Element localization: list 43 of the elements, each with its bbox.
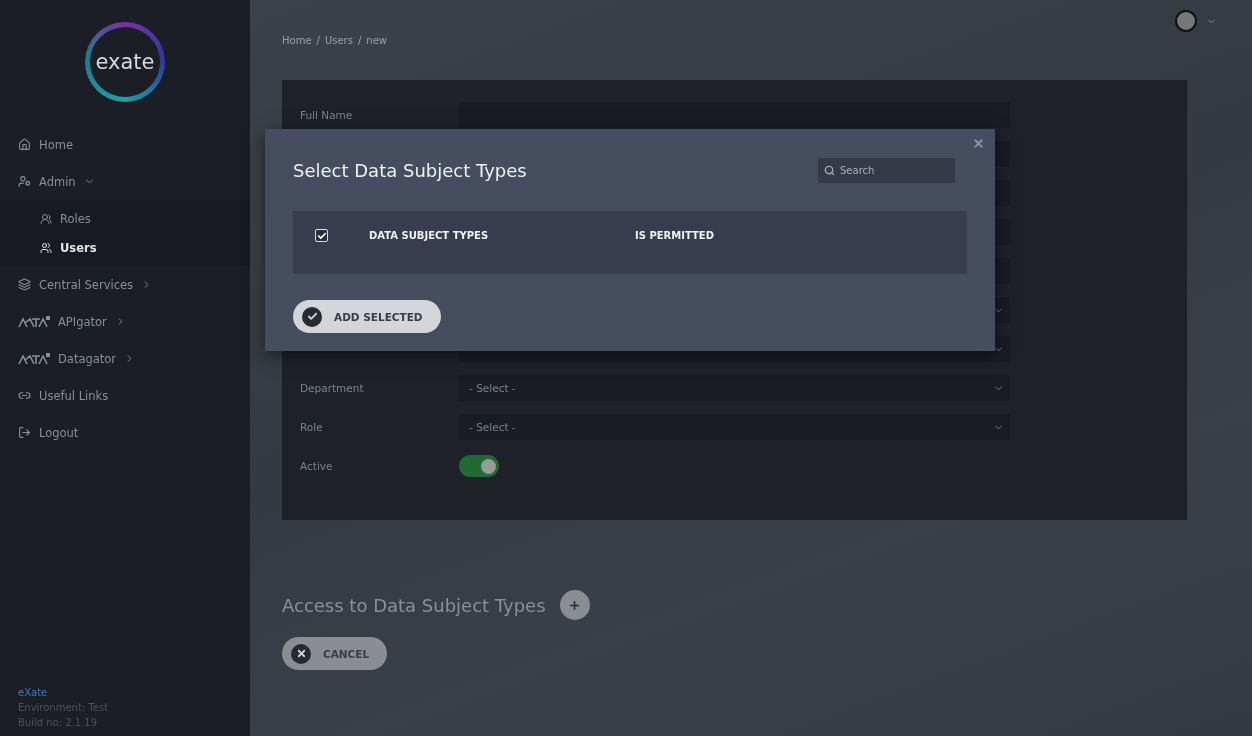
cancel-button[interactable]: CANCEL bbox=[282, 637, 388, 670]
breadcrumb-link[interactable]: new bbox=[366, 34, 387, 46]
nav-item[interactable]: Central Services bbox=[0, 266, 250, 303]
avatar-icon[interactable] bbox=[1174, 9, 1198, 33]
breadcrumb-separator: / bbox=[316, 34, 320, 46]
check-circle-icon bbox=[302, 306, 322, 327]
breadcrumb-link[interactable]: Users bbox=[324, 34, 353, 46]
field-label: Active bbox=[300, 460, 334, 472]
close-icon[interactable] bbox=[972, 137, 985, 150]
field-label: Full Name bbox=[300, 109, 354, 121]
nav-item[interactable]: Home bbox=[0, 126, 250, 163]
search-icon bbox=[824, 164, 835, 176]
column-header: IS PERMITTED bbox=[635, 230, 715, 241]
nav-item[interactable]: Useful Links bbox=[0, 377, 250, 414]
section-title: Access to Data Subject Types bbox=[282, 594, 546, 616]
users-icon bbox=[40, 241, 52, 254]
nav-subitem[interactable]: Roles bbox=[0, 204, 250, 233]
close-circle-icon bbox=[291, 643, 311, 664]
select-field[interactable]: - Select - bbox=[459, 414, 1010, 440]
nav-subitem[interactable]: Users bbox=[0, 233, 250, 262]
nav-item[interactable]: Logout bbox=[0, 414, 250, 451]
nav-item[interactable]: Admin bbox=[0, 163, 250, 200]
nav-item[interactable]: Datagator bbox=[0, 340, 250, 377]
breadcrumb-separator: / bbox=[357, 34, 362, 46]
field-label: Department bbox=[300, 382, 365, 394]
field-label: Role bbox=[300, 421, 324, 433]
users-icon bbox=[40, 212, 52, 225]
brand-text: eXate bbox=[18, 687, 49, 698]
toggle-switch[interactable] bbox=[459, 455, 499, 477]
breadcrumb-link[interactable]: Home bbox=[282, 34, 312, 46]
gator-logo-icon bbox=[18, 352, 50, 365]
logo-text: exate bbox=[90, 27, 160, 97]
modal-title: Select Data Subject Types bbox=[293, 159, 527, 181]
input-field[interactable] bbox=[459, 102, 1010, 128]
add-selected-button[interactable]: ADD SELECTED bbox=[293, 300, 441, 333]
gator-logo-icon bbox=[18, 315, 50, 328]
plus-icon bbox=[568, 598, 582, 612]
nav-item[interactable]: APIgator bbox=[0, 303, 250, 340]
checkbox[interactable] bbox=[315, 229, 328, 242]
column-header: DATA SUBJECT TYPES bbox=[369, 230, 490, 241]
add-button[interactable] bbox=[559, 590, 590, 620]
select-field[interactable]: - Select - bbox=[459, 375, 1010, 401]
search-field[interactable]: Search bbox=[818, 157, 955, 183]
